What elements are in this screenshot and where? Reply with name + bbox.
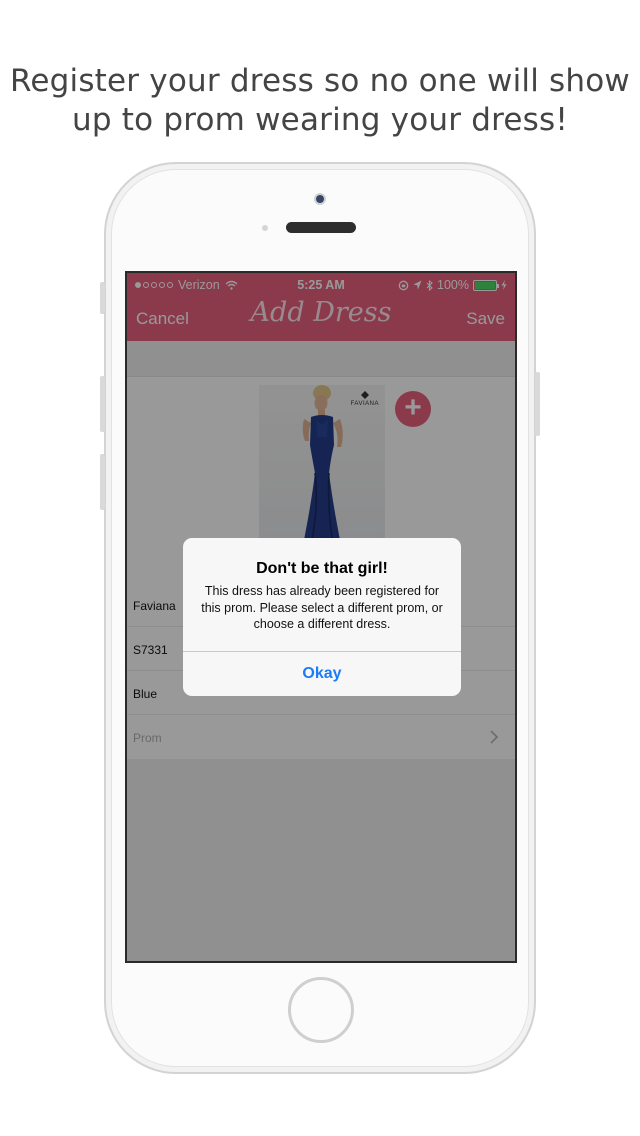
promo-headline-line-2: up to prom wearing your dress! bbox=[72, 102, 568, 138]
promo-headline-line-1: Register your dress so no one will show bbox=[10, 63, 630, 99]
promo-headline: Register your dress so no one will show … bbox=[0, 62, 640, 140]
power-button bbox=[535, 372, 540, 436]
volume-up-button bbox=[100, 376, 105, 432]
alert-message: This dress has already been registered f… bbox=[201, 584, 443, 631]
alert-title: Don't be that girl! bbox=[256, 560, 388, 577]
okay-button[interactable]: Okay bbox=[183, 652, 461, 696]
earpiece-speaker bbox=[286, 222, 356, 233]
front-camera bbox=[314, 193, 326, 205]
proximity-sensor bbox=[262, 225, 268, 231]
home-button[interactable] bbox=[288, 977, 354, 1043]
volume-down-button bbox=[100, 454, 105, 510]
mute-switch bbox=[100, 282, 105, 314]
phone-screen: Verizon 5:25 AM 100% Cancel Add Dress Sa… bbox=[125, 271, 517, 963]
alert-dialog: Don't be that girl! This dress has alrea… bbox=[183, 538, 461, 696]
